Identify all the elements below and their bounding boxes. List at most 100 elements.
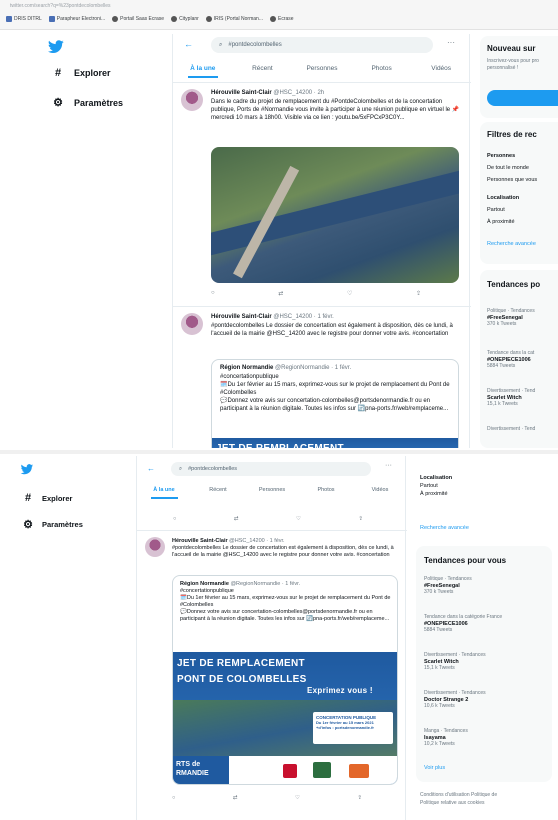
quote-header: Région Normandie @RegionNormandie · 1 fé…: [180, 581, 301, 587]
advanced-search-link[interactable]: Recherche avancée: [487, 240, 536, 248]
trend-item[interactable]: Manga · Tendances Isayama 10,2 k Tweets: [424, 728, 468, 748]
top-screenshot: # Explorer ⚙ Paramètres ← ⌕ #pontdecolom…: [0, 34, 558, 448]
tab-photos[interactable]: Photos: [299, 487, 353, 499]
quoted-tweet[interactable]: Région Normandie @RegionNormandie · 1 fé…: [211, 359, 459, 448]
gear-icon: ⚙: [23, 519, 33, 531]
like-icon[interactable]: ♡: [295, 795, 300, 801]
trend-item[interactable]: Divertissement · Tend: [487, 426, 535, 433]
tab-latest[interactable]: Récent: [191, 487, 245, 499]
bookmark-iris[interactable]: IRIS (Portal Norman...: [205, 16, 263, 22]
footer-links[interactable]: Conditions d'utilisation Politique de: [420, 792, 497, 799]
tab-people[interactable]: Personnes: [245, 487, 299, 499]
nav-explore[interactable]: # Explorer: [22, 492, 73, 504]
tweet-header: Hérouville Saint-Clair @HSC_14200 · 1 fé…: [211, 314, 334, 320]
hashtag-icon: #: [24, 492, 32, 504]
bottom-screenshot: # Explorer ⚙ Paramètres ← ⌕ #pontdecolom…: [0, 456, 558, 820]
trend-item[interactable]: Divertissement · Tendances Doctor Strang…: [424, 690, 486, 710]
nav-settings[interactable]: ⚙ Paramètres: [52, 96, 123, 109]
tweet-header: Hérouville Saint-Clair @HSC_14200 · 2h: [211, 90, 325, 96]
timeline-column: ← ⌕ #pontdecolombelles ··· À la une Réce…: [172, 34, 471, 448]
quoted-tweet[interactable]: Région Normandie @RegionNormandie · 1 fé…: [172, 575, 398, 785]
trend-item[interactable]: Politique · Tendances #FreeSenegal 370 k…: [424, 576, 472, 596]
screenshot-divider: [0, 450, 558, 454]
share-icon[interactable]: ⇪: [357, 795, 362, 801]
bookmark-icon: [6, 16, 12, 22]
more-options-icon[interactable]: ···: [447, 38, 455, 47]
retweet-icon[interactable]: ⇄: [233, 795, 238, 801]
share-icon[interactable]: ⇪: [358, 516, 363, 522]
filter-everyone[interactable]: De tout le monde: [487, 164, 529, 172]
reply-icon[interactable]: ○: [173, 516, 176, 522]
tweet-card[interactable]: Hérouville Saint-Clair @HSC_14200 · 2h D…: [173, 82, 471, 304]
timeline-column: ← ⌕ #pontdecolombelles ··· À la une Réce…: [136, 456, 407, 820]
more-options-icon[interactable]: ···: [385, 462, 392, 469]
filter-nearby[interactable]: À proximité: [487, 218, 515, 226]
search-input[interactable]: ⌕ #pontdecolombelles: [171, 462, 371, 476]
back-arrow-icon[interactable]: ←: [184, 39, 193, 49]
tweet-photo-bridge[interactable]: [211, 147, 459, 283]
bookmark-parapheur[interactable]: Parapheur Electroni...: [48, 16, 105, 22]
trends-panel: Tendances pour vous Politique · Tendance…: [416, 546, 552, 782]
quote-text: #concertationpublique 🗓️Du 1er février a…: [180, 588, 391, 622]
quote-image-banner[interactable]: JET DE REMPLACEMENT PONT DE COLOMBELLES …: [173, 652, 397, 784]
twitter-bird-icon[interactable]: [20, 464, 34, 475]
trend-item[interactable]: Tendance dans la catégorie France #ONEPI…: [424, 614, 502, 634]
filter-nearby[interactable]: À proximité: [420, 490, 452, 498]
trend-item[interactable]: Politique · Tendances #FreeSenegal 370 k…: [487, 308, 535, 328]
trend-item[interactable]: Divertissement · Tend Scarlet Witch 15,1…: [487, 388, 535, 408]
hashtag-icon: #: [54, 67, 62, 79]
tweet-header: Hérouville Saint-Clair @HSC_14200 · 1 fé…: [172, 538, 285, 544]
advanced-search-link[interactable]: Recherche avancée: [420, 524, 469, 532]
like-icon[interactable]: ♡: [347, 290, 352, 297]
share-icon[interactable]: ⇪: [416, 290, 421, 297]
tab-people[interactable]: Personnes: [292, 65, 352, 78]
address-bar[interactable]: twitter.com/search?q=%23pontdecolombelle…: [10, 3, 110, 9]
bookmark-ecrase[interactable]: Ecrase: [269, 16, 294, 22]
tab-videos[interactable]: Vidéos: [411, 65, 471, 78]
tab-top[interactable]: À la une: [137, 487, 191, 499]
globe-icon: [171, 16, 178, 22]
tweet-actions: ○ ⇄ ♡ ⇪: [211, 290, 421, 297]
search-input[interactable]: ⌕ #pontdecolombelles: [211, 37, 433, 53]
filter-anywhere[interactable]: Partout: [487, 206, 505, 214]
bookmark-dris[interactable]: DRIS DITRL: [6, 16, 42, 22]
filter-anywhere[interactable]: Partout: [420, 482, 452, 490]
quote-image-banner[interactable]: JET DE REMPLACEMENT: [212, 438, 458, 448]
globe-icon: [205, 16, 212, 22]
signup-button[interactable]: [487, 90, 558, 106]
nav-settings[interactable]: ⚙ Paramètres: [22, 518, 83, 531]
like-icon[interactable]: ♡: [296, 516, 301, 522]
tweet-actions: ○ ⇄ ♡ ⇪: [173, 516, 363, 522]
tab-top[interactable]: À la une: [173, 65, 233, 78]
avatar[interactable]: [181, 313, 203, 335]
tab-photos[interactable]: Photos: [352, 65, 412, 78]
avatar[interactable]: [145, 537, 165, 557]
bookmark-icon: [48, 16, 55, 22]
normandie-region-logo: [283, 764, 297, 778]
retweet-icon[interactable]: ⇄: [234, 516, 239, 522]
filter-following[interactable]: Personnes que vous: [487, 176, 537, 184]
trend-item[interactable]: Tendance dans la cat #ONEPIECE1006 5884 …: [487, 350, 534, 370]
bookmark-portail[interactable]: Portail Saas Ecrase: [112, 16, 164, 22]
bookmark-cityplanr[interactable]: Cityplanr: [171, 16, 199, 22]
see-more-link[interactable]: Voir plus: [424, 764, 445, 772]
tweet-card[interactable]: Hérouville Saint-Clair @HSC_14200 · 1 fé…: [173, 306, 471, 448]
avatar[interactable]: [181, 89, 203, 111]
quote-header: Région Normandie @RegionNormandie · 1 fé…: [220, 365, 352, 371]
nav-explore[interactable]: # Explorer: [52, 67, 111, 79]
tweet-card[interactable]: Hérouville Saint-Clair @HSC_14200 · 1 fé…: [137, 530, 407, 820]
tweet-text: #pontdecolombelles Le dossier de concert…: [211, 323, 453, 337]
retweet-icon[interactable]: ⇄: [278, 290, 283, 297]
trend-item[interactable]: Divertissement · Tendances Scarlet Witch…: [424, 652, 486, 672]
caen-la-mer-logo: [349, 764, 369, 778]
search-filters-panel: Filtres de rec Personnes De tout le mond…: [480, 122, 558, 264]
footer-cookies[interactable]: Politique relative aux cookies: [420, 800, 484, 807]
twitter-bird-icon[interactable]: [47, 40, 65, 54]
globe-icon: [112, 16, 119, 22]
calvados-logo: [313, 762, 331, 778]
tab-videos[interactable]: Vidéos: [353, 487, 407, 499]
reply-icon[interactable]: ○: [211, 290, 215, 297]
tab-latest[interactable]: Récent: [233, 65, 293, 78]
back-arrow-icon[interactable]: ←: [147, 464, 155, 473]
reply-icon[interactable]: ○: [172, 795, 175, 801]
